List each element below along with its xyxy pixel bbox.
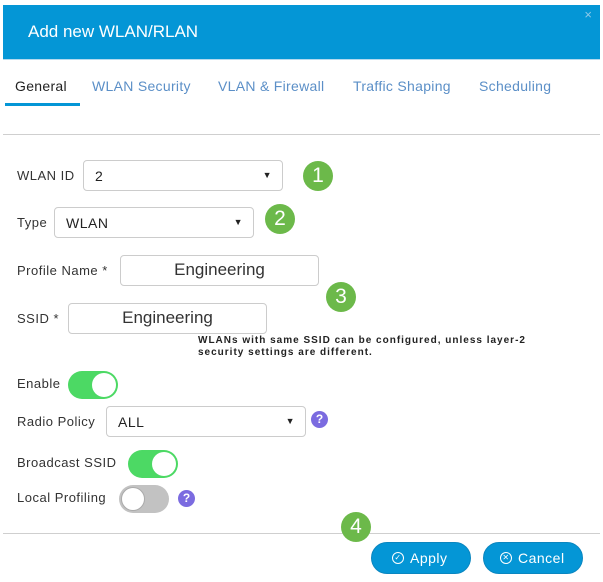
dialog-header: Add new WLAN/RLAN × xyxy=(3,5,600,59)
step-badge-3: 3 xyxy=(326,282,356,312)
active-tab-indicator xyxy=(5,103,80,106)
tab-bar: General WLAN Security VLAN & Firewall Tr… xyxy=(3,78,600,106)
ssid-hint: WLANs with same SSID can be configured, … xyxy=(198,335,526,358)
radio-policy-value: ALL xyxy=(118,414,145,430)
footer-divider xyxy=(3,533,600,534)
local-profiling-label: Local Profiling xyxy=(17,490,107,505)
close-icon[interactable]: × xyxy=(584,8,592,22)
radio-policy-select[interactable]: ALL ▼ xyxy=(106,406,306,437)
tab-vlan-firewall[interactable]: VLAN & Firewall xyxy=(218,78,324,94)
cancel-circle-icon: ✕ xyxy=(500,552,512,564)
tab-wlan-security[interactable]: WLAN Security xyxy=(92,78,191,94)
radio-policy-label: Radio Policy xyxy=(17,414,96,429)
ssid-label: SSID * xyxy=(17,311,60,326)
help-icon[interactable]: ? xyxy=(178,490,195,507)
tab-scheduling[interactable]: Scheduling xyxy=(479,78,551,94)
type-select[interactable]: WLAN ▼ xyxy=(54,207,254,238)
toggle-knob xyxy=(121,487,145,511)
wlan-id-label: WLAN ID xyxy=(17,168,75,183)
chevron-down-icon: ▼ xyxy=(262,170,272,180)
header-divider xyxy=(3,59,600,60)
check-circle-icon: ✓ xyxy=(392,552,404,564)
profile-name-label: Profile Name * xyxy=(17,263,108,278)
type-label: Type xyxy=(17,215,48,230)
dialog-title: Add new WLAN/RLAN xyxy=(28,22,199,41)
cancel-label: Cancel xyxy=(518,550,565,566)
profile-name-input[interactable]: Engineering xyxy=(120,255,319,286)
step-badge-2: 2 xyxy=(265,204,295,234)
enable-label: Enable xyxy=(17,376,61,391)
wlan-id-select[interactable]: 2 ▼ xyxy=(83,160,283,191)
toggle-knob xyxy=(92,373,116,397)
wlan-id-value: 2 xyxy=(95,168,104,184)
tab-traffic-shaping[interactable]: Traffic Shaping xyxy=(353,78,451,94)
tab-general[interactable]: General xyxy=(15,78,67,94)
broadcast-ssid-label: Broadcast SSID xyxy=(17,455,117,470)
tab-divider xyxy=(3,134,600,135)
local-profiling-toggle[interactable] xyxy=(119,485,169,513)
broadcast-ssid-toggle[interactable] xyxy=(128,450,178,478)
toggle-knob xyxy=(152,452,176,476)
cancel-button[interactable]: ✕ Cancel xyxy=(483,542,583,574)
type-value: WLAN xyxy=(66,215,109,231)
apply-button[interactable]: ✓ Apply xyxy=(371,542,471,574)
step-badge-1: 1 xyxy=(303,161,333,191)
step-badge-4: 4 xyxy=(341,512,371,542)
apply-label: Apply xyxy=(410,550,448,566)
enable-toggle[interactable] xyxy=(68,371,118,399)
chevron-down-icon: ▼ xyxy=(285,416,295,426)
chevron-down-icon: ▼ xyxy=(233,217,243,227)
ssid-input[interactable]: Engineering xyxy=(68,303,267,334)
help-icon[interactable]: ? xyxy=(311,411,328,428)
